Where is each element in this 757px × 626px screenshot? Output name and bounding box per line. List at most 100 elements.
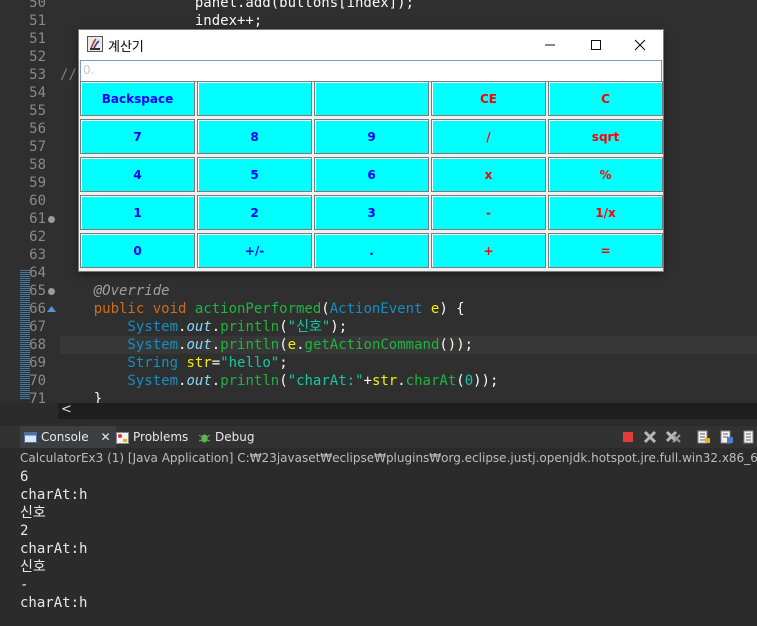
calc-key[interactable]: sqrt [548, 119, 663, 154]
calc-key[interactable]: + [431, 233, 546, 268]
close-icon [634, 39, 646, 51]
debug-icon [198, 434, 211, 442]
calculator-keypad: Backspace CE C 7 8 9/sqrt 4 5 6 x% 1 2 3-1/x 0 +/-. + = [79, 81, 663, 271]
minimize-button[interactable] [527, 30, 573, 60]
code-token: = [211, 355, 221, 371]
line-number: 53 [29, 67, 46, 83]
editor-horizontal-scrollbar[interactable]: < [58, 402, 757, 419]
calculator-display[interactable]: 0. [80, 60, 662, 82]
line-number: 63 [29, 247, 46, 263]
code-token: charAt [405, 373, 457, 389]
code-token: e [287, 337, 297, 353]
process-label-text: CalculatorEx3 (1) [Java Application] C:₩… [20, 451, 757, 465]
code-line[interactable]: String str="hello"; [60, 354, 757, 372]
minimize-icon [545, 44, 555, 46]
code-token: System [60, 373, 179, 389]
console-output-line: charAt:h [20, 541, 88, 557]
calc-key[interactable]: - [431, 195, 546, 230]
window-titlebar[interactable]: 계산기 [79, 30, 663, 60]
code-token: public void [60, 301, 195, 317]
close-button[interactable] [617, 30, 663, 60]
code-token: actionPerformed [194, 301, 322, 317]
tab-label: Problems [133, 430, 189, 444]
word-wrap-icon[interactable] [719, 430, 734, 444]
code-token: 0 [464, 373, 474, 389]
code-token: String [60, 355, 179, 371]
line-number: 62 [29, 229, 46, 245]
line-number: 57 [29, 139, 46, 155]
console-output[interactable]: 6 charAt:h 신호 2 charAt:h 신호 - charAt:h [0, 467, 757, 626]
calc-key[interactable]: +/- [197, 233, 312, 268]
fold-toggle-icon[interactable] [48, 288, 55, 295]
calc-key[interactable]: 7 [80, 119, 195, 154]
tab-problems[interactable]: Problems [116, 426, 196, 448]
code-token: ( [456, 373, 465, 389]
calc-key[interactable] [314, 81, 429, 116]
remove-launch-icon[interactable] [643, 430, 658, 444]
code-line[interactable]: index++; [60, 12, 757, 30]
calc-key[interactable]: 8 [197, 119, 312, 154]
code-line[interactable]: } [60, 390, 757, 403]
line-number: 58 [29, 157, 46, 173]
calculator-window[interactable]: 계산기 0. Backspace CE C 7 8 9/sqrt 4 5 6 x% 1 2 3-1/x 0… [79, 30, 663, 271]
code-line[interactable]: @Override [60, 282, 757, 300]
calc-key[interactable]: C [548, 81, 663, 116]
remove-all-terminated-icon[interactable] [666, 430, 681, 444]
calc-key[interactable]: 4 [80, 157, 195, 192]
console-icon [24, 431, 37, 443]
calc-key[interactable]: 9 [314, 119, 429, 154]
code-token: "hello" [220, 355, 280, 371]
calc-key[interactable]: Backspace [80, 81, 195, 116]
code-line[interactable]: System.out.println(e.getActionCommand())… [60, 336, 757, 354]
tab-console[interactable]: Console ✕ [20, 426, 116, 448]
calc-key[interactable]: 1 [80, 195, 195, 230]
code-token: out [186, 373, 212, 389]
code-token: System [60, 319, 179, 335]
calc-key[interactable]: = [548, 233, 663, 268]
tab-debug[interactable]: Debug [198, 426, 258, 448]
scroll-lock-icon[interactable] [696, 430, 711, 444]
code-token: // [60, 67, 77, 83]
code-token: out [186, 319, 212, 335]
code-token: getActionCommand [304, 337, 440, 353]
calc-key[interactable] [197, 81, 312, 116]
code-token: ( [279, 337, 288, 353]
code-token: ) { [439, 301, 465, 317]
line-number: 59 [29, 175, 46, 191]
console-output-line: - [20, 577, 29, 593]
close-tab-icon[interactable]: ✕ [100, 430, 110, 444]
code-token: println [220, 319, 280, 335]
code-line[interactable]: panel.add(buttons[index]); [60, 0, 757, 12]
code-line[interactable]: public void actionPerformed(ActionEvent … [60, 300, 757, 318]
code-token: . [211, 373, 221, 389]
calc-key[interactable]: / [431, 119, 546, 154]
line-number: 56 [29, 121, 46, 137]
line-number: 50 [29, 0, 46, 11]
line-number: 60 [29, 193, 46, 209]
console-output-line: charAt:h [20, 595, 88, 611]
calc-key[interactable]: 5 [197, 157, 312, 192]
console-output-line: 신호 [20, 559, 46, 575]
console-output-line: 6 [20, 469, 29, 485]
java-app-icon [87, 36, 103, 52]
calc-key[interactable]: 6 [314, 157, 429, 192]
calc-key[interactable]: 2 [197, 195, 312, 230]
maximize-button[interactable] [573, 30, 619, 60]
fold-toggle-icon[interactable] [48, 216, 55, 223]
calc-key[interactable]: 3 [314, 195, 429, 230]
calc-key[interactable]: % [548, 157, 663, 192]
code-token: ()); [439, 337, 474, 353]
pin-console-icon[interactable] [742, 430, 757, 444]
calc-key[interactable]: 1/x [548, 195, 663, 230]
calc-key[interactable]: x [431, 157, 546, 192]
calc-key[interactable]: 0 [80, 233, 195, 268]
scroll-left-arrow[interactable]: < [61, 402, 72, 417]
calc-key[interactable]: CE [431, 81, 546, 116]
terminate-icon[interactable] [621, 430, 636, 444]
code-line[interactable]: System.out.println("charAt:"+str.charAt(… [60, 372, 757, 390]
calc-key[interactable]: . [314, 233, 429, 268]
console-output-line: charAt:h [20, 487, 88, 503]
code-line[interactable]: System.out.println("신호"); [60, 318, 757, 336]
code-token: @Override [60, 283, 170, 299]
